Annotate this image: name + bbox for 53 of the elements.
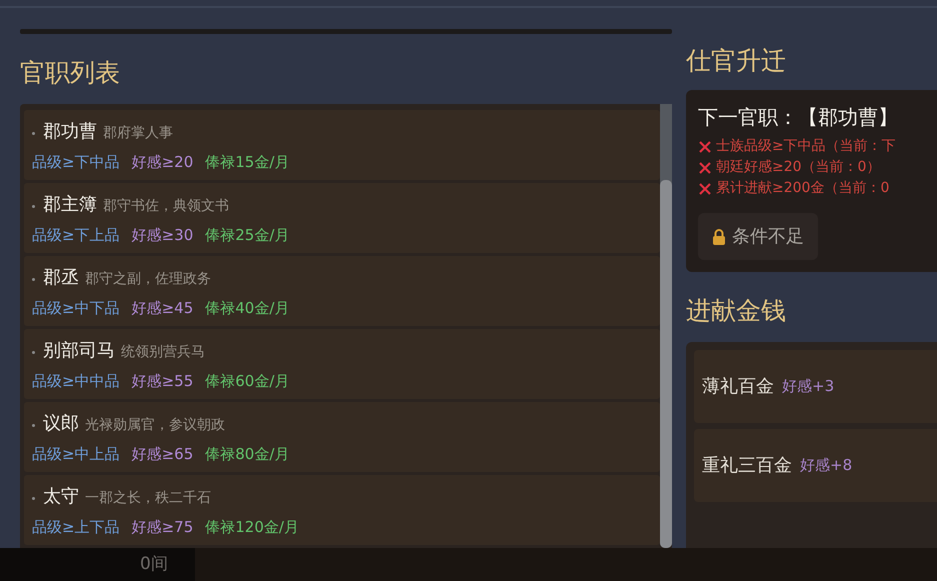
office-description: 郡守书佐，典领文书: [103, 198, 229, 214]
favor-bonus: 好感+3: [782, 376, 834, 398]
scrollbar-thumb[interactable]: [660, 180, 672, 548]
lock-icon: [712, 228, 726, 245]
next-office-title: 下一官职：【郡功曹】: [698, 104, 899, 131]
office-item[interactable]: 议郎 光禄勋属官，参议朝政 品级≥中上品 好感≥65 俸禄80金/月: [24, 402, 660, 472]
office-item[interactable]: 郡丞 郡守之副，佐理政务 品级≥中下品 好感≥45 俸禄40金/月: [24, 256, 660, 326]
favor-requirement: 好感≥65: [132, 444, 194, 465]
office-description: 郡守之副，佐理政务: [85, 271, 211, 287]
donation-label: 薄礼百金: [702, 375, 774, 399]
rank-requirement: 品级≥中下品: [32, 298, 120, 319]
office-item[interactable]: 别部司马 统领别营兵马 品级≥中中品 好感≥55 俸禄60金/月: [24, 329, 660, 399]
salary-text: 俸禄120金/月: [205, 517, 299, 538]
office-description: 光禄勋属官，参议朝政: [85, 417, 225, 433]
rank-requirement: 品级≥下中品: [32, 152, 120, 173]
rank-requirement: 品级≥下上品: [32, 225, 120, 246]
scrollbar[interactable]: [660, 104, 672, 548]
rank-requirement: 品级≥中中品: [32, 371, 120, 392]
section-title: 官职列表: [20, 58, 121, 88]
office-item[interactable]: 郡主簿 郡守书佐，典领文书 品级≥下上品 好感≥30 俸禄25金/月: [24, 183, 660, 253]
favor-requirement: 好感≥55: [132, 371, 194, 392]
condition-text: 士族品级≥下中品（当前：下: [716, 137, 896, 156]
salary-text: 俸禄60金/月: [205, 371, 290, 392]
donation-option[interactable]: 薄礼百金 好感+3: [694, 350, 937, 423]
favor-requirement: 好感≥45: [132, 298, 194, 319]
bottom-text: 0间: [140, 552, 169, 576]
salary-text: 俸禄40金/月: [205, 298, 290, 319]
office-item[interactable]: 郡功曹 郡府掌人事 品级≥下中品 好感≥20 俸禄15金/月: [24, 110, 660, 180]
condition-text: 累计进献≥200金（当前：0: [716, 179, 890, 198]
office-name: 别部司马: [43, 340, 115, 361]
donation-option[interactable]: 重礼三百金 好感+8: [694, 429, 937, 502]
office-description: 一郡之长，秩二千石: [85, 490, 211, 506]
rank-requirement: 品级≥中上品: [32, 444, 120, 465]
donation-label: 重礼三百金: [702, 454, 792, 478]
office-description: 郡府掌人事: [103, 125, 173, 141]
salary-text: 俸禄15金/月: [205, 152, 290, 173]
office-name: 太守: [43, 486, 79, 507]
favor-requirement: 好感≥75: [132, 517, 194, 538]
office-name: 议郎: [43, 413, 79, 434]
condition-text: 朝廷好感≥20（当前：0）: [716, 158, 880, 177]
section-title: 仕官升迁: [686, 46, 787, 76]
favor-requirement: 好感≥30: [132, 225, 194, 246]
office-item[interactable]: 太守 一郡之长，秩二千石 品级≥上下品 好感≥75 俸禄120金/月: [24, 475, 660, 545]
office-name: 郡丞: [43, 267, 79, 288]
salary-text: 俸禄80金/月: [205, 444, 290, 465]
section-title: 进献金钱: [686, 296, 787, 326]
salary-text: 俸禄25金/月: [205, 225, 290, 246]
office-name: 郡主簿: [43, 194, 97, 215]
favor-bonus: 好感+8: [800, 455, 852, 476]
favor-requirement: 好感≥20: [132, 152, 194, 173]
office-name: 郡功曹: [43, 121, 97, 142]
office-description: 统领别营兵马: [121, 344, 205, 360]
rank-requirement: 品级≥上下品: [32, 517, 120, 538]
